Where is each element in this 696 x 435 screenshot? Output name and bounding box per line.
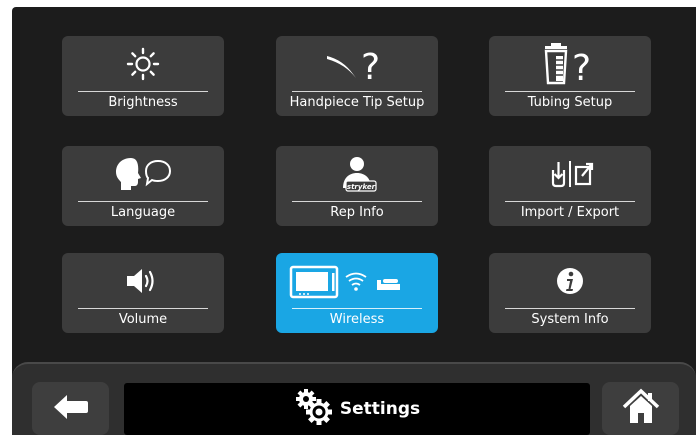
settings-screen: Brightness ? Handpiece Tip Setup ? Tubin… xyxy=(12,7,696,435)
home-icon xyxy=(621,387,661,431)
tubing-setup-label: Tubing Setup xyxy=(527,95,613,110)
language-label: Language xyxy=(110,205,176,220)
tile-divider xyxy=(292,201,422,202)
footer-bar: Settings xyxy=(12,362,696,435)
volume-label: Volume xyxy=(118,312,168,327)
back-arrow-icon xyxy=(51,392,91,426)
rep-info-icon: stryker xyxy=(276,152,438,196)
wireless-icon xyxy=(276,259,438,303)
tile-divider xyxy=(505,91,635,92)
tile-divider xyxy=(78,308,208,309)
tile-divider xyxy=(78,201,208,202)
language-button[interactable]: Language xyxy=(62,146,224,226)
wireless-label: Wireless xyxy=(329,312,385,327)
svg-text:?: ? xyxy=(361,47,380,86)
info-icon xyxy=(489,259,651,303)
volume-button[interactable]: Volume xyxy=(62,253,224,333)
import-export-button[interactable]: Import / Export xyxy=(489,146,651,226)
svg-text:?: ? xyxy=(572,48,591,86)
tubing-icon: ? xyxy=(489,42,651,86)
system-info-button[interactable]: System Info xyxy=(489,253,651,333)
import-export-label: Import / Export xyxy=(520,205,620,220)
volume-icon xyxy=(62,259,224,303)
tile-divider xyxy=(292,91,422,92)
page-title-bar: Settings xyxy=(124,383,590,435)
back-button[interactable] xyxy=(32,382,109,435)
handpiece-tip-setup-button[interactable]: ? Handpiece Tip Setup xyxy=(276,36,438,116)
brightness-label: Brightness xyxy=(108,95,178,110)
tile-divider xyxy=(505,201,635,202)
handpiece-tip-icon: ? xyxy=(276,42,438,86)
page-title: Settings xyxy=(339,399,421,419)
tile-divider xyxy=(78,91,208,92)
import-export-icon xyxy=(489,152,651,196)
stryker-badge: stryker xyxy=(347,183,376,191)
language-icon xyxy=(62,152,224,196)
home-button[interactable] xyxy=(602,382,679,435)
handpiece-tip-setup-label: Handpiece Tip Setup xyxy=(289,95,425,110)
brightness-button[interactable]: Brightness xyxy=(62,36,224,116)
wireless-button[interactable]: Wireless xyxy=(276,253,438,333)
brightness-icon xyxy=(62,42,224,86)
tubing-setup-button[interactable]: ? Tubing Setup xyxy=(489,36,651,116)
system-info-label: System Info xyxy=(531,312,609,327)
rep-info-label: Rep Info xyxy=(330,205,384,220)
tile-divider xyxy=(292,308,422,309)
tile-divider xyxy=(505,308,635,309)
gears-icon xyxy=(294,387,334,431)
rep-info-button[interactable]: stryker Rep Info xyxy=(276,146,438,226)
